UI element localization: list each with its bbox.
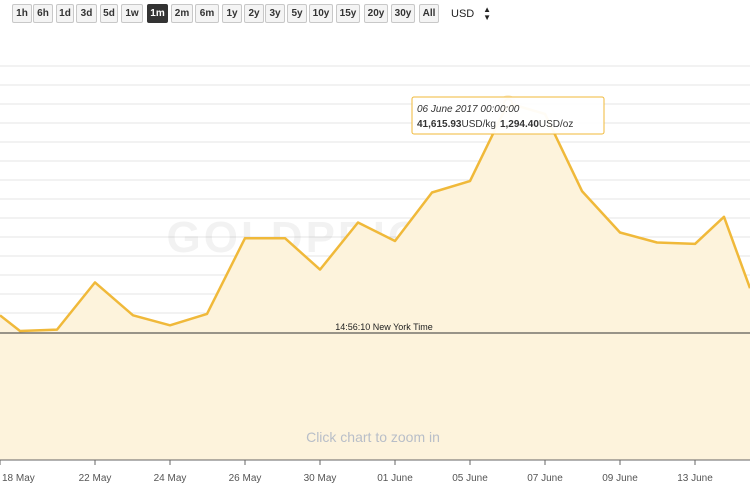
data-point[interactable]	[618, 231, 622, 235]
data-point[interactable]	[205, 312, 209, 316]
x-tick-label: 18 May	[2, 473, 35, 484]
x-tick-label: 09 June	[602, 473, 638, 484]
data-point[interactable]	[55, 328, 59, 332]
tooltip-values: 41,615.93USD/kg 1,294.40USD/oz	[417, 119, 573, 130]
select-arrows-icon: ▲ ▼	[483, 4, 491, 22]
data-point[interactable]	[655, 241, 659, 245]
data-point[interactable]	[722, 215, 726, 219]
x-tick-label: 24 May	[154, 473, 187, 484]
data-point[interactable]	[168, 323, 172, 327]
data-point[interactable]	[283, 236, 287, 240]
x-tick-label: 07 June	[527, 473, 563, 484]
x-tick-label: 22 May	[79, 473, 112, 484]
currency-select[interactable]: USD ▲ ▼	[447, 4, 495, 23]
x-tick-label: 13 June	[677, 473, 713, 484]
x-tick-label: 05 June	[452, 473, 488, 484]
data-point[interactable]	[393, 239, 397, 243]
now-line-label: 14:56:10 New York Time	[335, 322, 433, 332]
data-point[interactable]	[93, 280, 97, 284]
data-point[interactable]	[580, 189, 584, 193]
x-tick-label: 26 May	[229, 473, 262, 484]
data-point[interactable]	[243, 236, 247, 240]
price-area	[0, 103, 750, 460]
x-tick-label: 01 June	[377, 473, 413, 484]
tooltip-kg-unit: USD/kg	[462, 119, 496, 130]
tooltip: 06 June 2017 00:00:00 41,615.93USD/kg 1,2…	[411, 96, 605, 135]
zoom-hint: Click chart to zoom in	[306, 429, 440, 445]
currency-value: USD	[451, 7, 475, 20]
data-point[interactable]	[468, 179, 472, 183]
tooltip-oz-value: 1,294.40	[500, 119, 539, 130]
data-point[interactable]	[131, 313, 135, 317]
tooltip-date: 06 June 2017 00:00:00	[417, 104, 520, 115]
data-point[interactable]	[356, 221, 360, 225]
tooltip-kg-value: 41,615.93	[417, 119, 462, 130]
gold-price-chart[interactable]: GOLDPRICE.ORG 14:56:10 New York Time 18 …	[0, 0, 750, 500]
data-point[interactable]	[18, 329, 22, 333]
data-point[interactable]	[318, 268, 322, 272]
data-point[interactable]	[430, 191, 434, 195]
x-tick-label: 30 May	[304, 473, 337, 484]
tooltip-oz-unit: USD/oz	[539, 119, 573, 130]
data-point[interactable]	[693, 242, 697, 246]
